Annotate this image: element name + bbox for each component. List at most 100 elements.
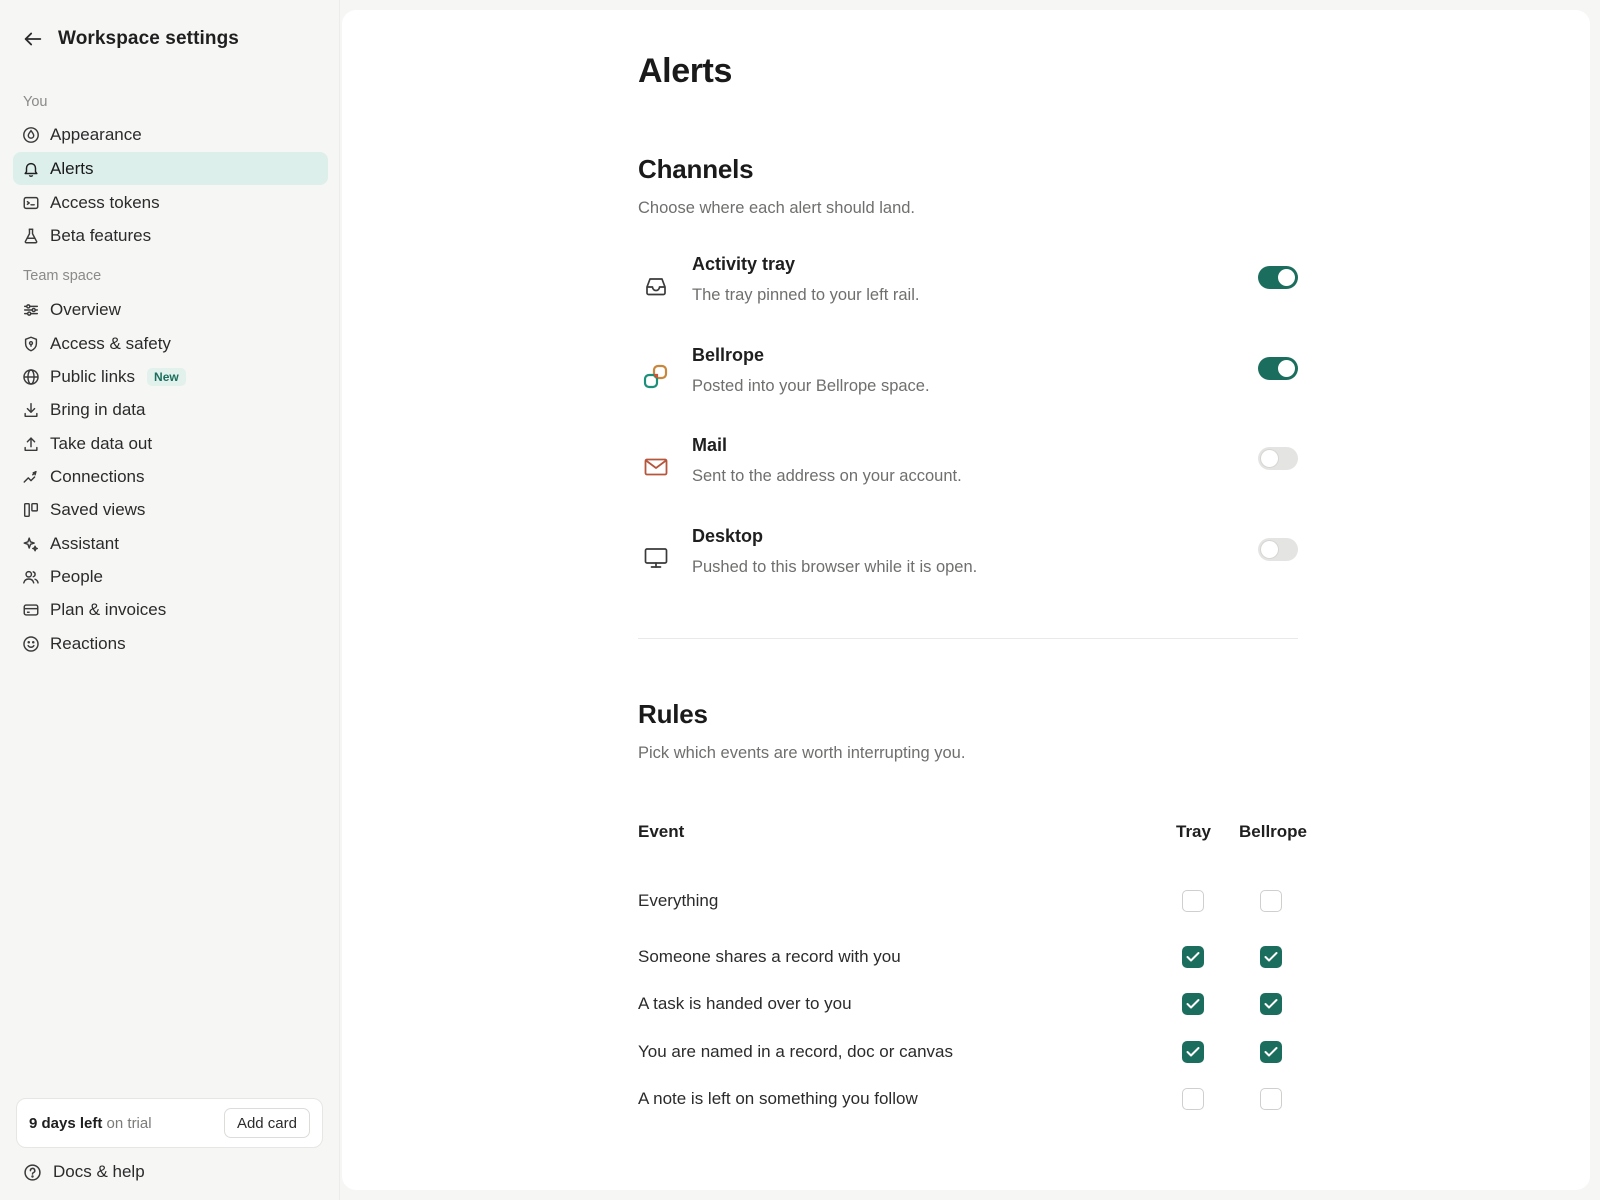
add-card-button[interactable]: Add card bbox=[223, 1108, 310, 1138]
channels-title: Channels bbox=[638, 154, 754, 184]
check-icon bbox=[1264, 1047, 1278, 1057]
rule-tray-checkbox[interactable] bbox=[1182, 890, 1204, 912]
sidebar-item-connections[interactable]: Connections bbox=[13, 460, 328, 493]
sidebar-item-label: Access & safety bbox=[50, 333, 171, 353]
channel-name: Mail bbox=[692, 435, 728, 455]
sidebar-item-alerts[interactable]: Alerts bbox=[13, 152, 328, 185]
shield-icon bbox=[24, 336, 38, 351]
rule-tray-checkbox[interactable] bbox=[1182, 993, 1204, 1015]
sidebar-item-reactions[interactable]: Reactions bbox=[13, 627, 328, 660]
sidebar-item-saved-views[interactable]: Saved views bbox=[13, 493, 328, 526]
credit-card-icon bbox=[23, 603, 39, 616]
channels-subtitle: Choose where each alert should land. bbox=[638, 199, 916, 217]
channel-desktop: Desktop Pushed to this browser while it … bbox=[638, 526, 1298, 586]
trial-text: 9 days left on trial bbox=[29, 1115, 152, 1132]
trial-suffix: on trial bbox=[106, 1114, 152, 1132]
desktop-toggle[interactable] bbox=[1258, 538, 1298, 561]
docs-help-label: Docs & help bbox=[53, 1162, 145, 1181]
trial-days-left: 9 days left bbox=[29, 1114, 103, 1132]
sidebar-item-access-tokens[interactable]: Access tokens bbox=[13, 186, 328, 219]
sparkle-icon bbox=[23, 536, 39, 551]
sidebar-item-label: Appearance bbox=[50, 124, 142, 144]
rules-title: Rules bbox=[638, 699, 708, 729]
toggle-knob bbox=[1278, 360, 1295, 377]
toggle-knob bbox=[1261, 541, 1278, 558]
upload-icon bbox=[24, 436, 38, 451]
terminal-icon bbox=[23, 196, 39, 209]
sidebar-item-assistant[interactable]: Assistant bbox=[13, 527, 328, 560]
rule-row-label: A task is handed over to you bbox=[638, 994, 852, 1013]
monitor-icon bbox=[644, 548, 668, 568]
sidebar-item-label: Overview bbox=[50, 299, 121, 319]
channel-activity-tray: Activity tray The tray pinned to your le… bbox=[638, 254, 1298, 314]
rule-tray-checkbox[interactable] bbox=[1182, 946, 1204, 968]
people-icon bbox=[23, 570, 39, 584]
sidebar-header: Workspace settings bbox=[20, 26, 239, 52]
bell-icon bbox=[24, 162, 38, 177]
check-icon bbox=[1264, 999, 1278, 1009]
column-header-tray: Tray bbox=[1176, 822, 1211, 841]
sidebar-item-label: Public links bbox=[50, 366, 136, 386]
help-circle-icon bbox=[24, 1163, 41, 1181]
channel-description: Posted into your Bellrope space. bbox=[692, 377, 930, 395]
settings-main-panel: Alerts Channels Choose where each alert … bbox=[342, 10, 1590, 1190]
check-icon bbox=[1186, 999, 1200, 1009]
toggle-knob bbox=[1261, 450, 1278, 467]
toggle-knob bbox=[1278, 269, 1295, 286]
sidebar-item-bring-in-data[interactable]: Bring in data bbox=[13, 393, 328, 426]
back-button[interactable] bbox=[20, 26, 46, 52]
sidebar-item-take-data-out[interactable]: Take data out bbox=[13, 427, 328, 460]
rule-bellrope-checkbox[interactable] bbox=[1260, 890, 1282, 912]
mail-icon bbox=[644, 458, 668, 476]
rule-row-label: A note is left on something you follow bbox=[638, 1089, 918, 1108]
sidebar-item-public-links[interactable]: Public links New bbox=[13, 360, 328, 393]
sidebar-item-label: Saved views bbox=[50, 499, 146, 519]
settings-sidebar: Workspace settings You Appearance Alerts… bbox=[0, 0, 340, 1200]
sliders-icon bbox=[23, 303, 39, 316]
sidebar-title: Workspace settings bbox=[58, 28, 239, 49]
trial-banner: 9 days left on trial Add card bbox=[16, 1098, 323, 1148]
columns-icon bbox=[23, 502, 39, 517]
smiley-icon bbox=[23, 635, 39, 652]
bellrope-toggle[interactable] bbox=[1258, 357, 1298, 380]
rule-tray-checkbox[interactable] bbox=[1182, 1041, 1204, 1063]
sidebar-item-label: Take data out bbox=[50, 433, 153, 453]
channel-description: Sent to the address on your account. bbox=[692, 467, 962, 485]
page-title: Alerts bbox=[638, 52, 732, 90]
sidebar-item-overview[interactable]: Overview bbox=[13, 293, 328, 326]
sidebar-item-label: Assistant bbox=[50, 533, 119, 553]
channel-name: Desktop bbox=[692, 526, 764, 546]
rule-row-label: Someone shares a record with you bbox=[638, 947, 901, 966]
flask-icon bbox=[24, 228, 38, 243]
rule-bellrope-checkbox[interactable] bbox=[1260, 1041, 1282, 1063]
sidebar-item-access-safety[interactable]: Access & safety bbox=[13, 327, 328, 360]
bellrope-logo-icon bbox=[643, 364, 668, 389]
sidebar-item-beta-features[interactable]: Beta features bbox=[13, 219, 328, 252]
rule-tray-checkbox[interactable] bbox=[1182, 1088, 1204, 1110]
docs-help-link[interactable]: Docs & help bbox=[23, 1162, 145, 1182]
check-icon bbox=[1264, 952, 1278, 962]
sidebar-item-appearance[interactable]: Appearance bbox=[13, 118, 328, 151]
sidebar-item-people[interactable]: People bbox=[13, 560, 328, 593]
sidebar-item-label: Alerts bbox=[50, 158, 94, 178]
sidebar-item-label: Reactions bbox=[50, 633, 126, 653]
new-badge: New bbox=[147, 367, 186, 386]
connection-icon bbox=[23, 470, 37, 483]
sidebar-item-label: Plan & invoices bbox=[50, 599, 167, 619]
rule-bellrope-checkbox[interactable] bbox=[1260, 1088, 1282, 1110]
sidebar-item-label: People bbox=[50, 566, 103, 586]
arrow-left-icon bbox=[24, 32, 42, 46]
rule-bellrope-checkbox[interactable] bbox=[1260, 993, 1282, 1015]
activity-tray-toggle[interactable] bbox=[1258, 266, 1298, 289]
channel-mail: Mail Sent to the address on your account… bbox=[638, 435, 1298, 495]
sidebar-item-label: Bring in data bbox=[50, 399, 146, 419]
sidebar-item-plan-invoices[interactable]: Plan & invoices bbox=[13, 593, 328, 626]
droplet-icon bbox=[23, 126, 39, 143]
channel-name: Bellrope bbox=[692, 345, 765, 365]
mail-toggle[interactable] bbox=[1258, 447, 1298, 470]
check-icon bbox=[1186, 1047, 1200, 1057]
column-header-event: Event bbox=[638, 822, 685, 841]
sidebar-item-label: Connections bbox=[50, 466, 145, 486]
sidebar-item-label: Beta features bbox=[50, 225, 152, 245]
rule-bellrope-checkbox[interactable] bbox=[1260, 946, 1282, 968]
